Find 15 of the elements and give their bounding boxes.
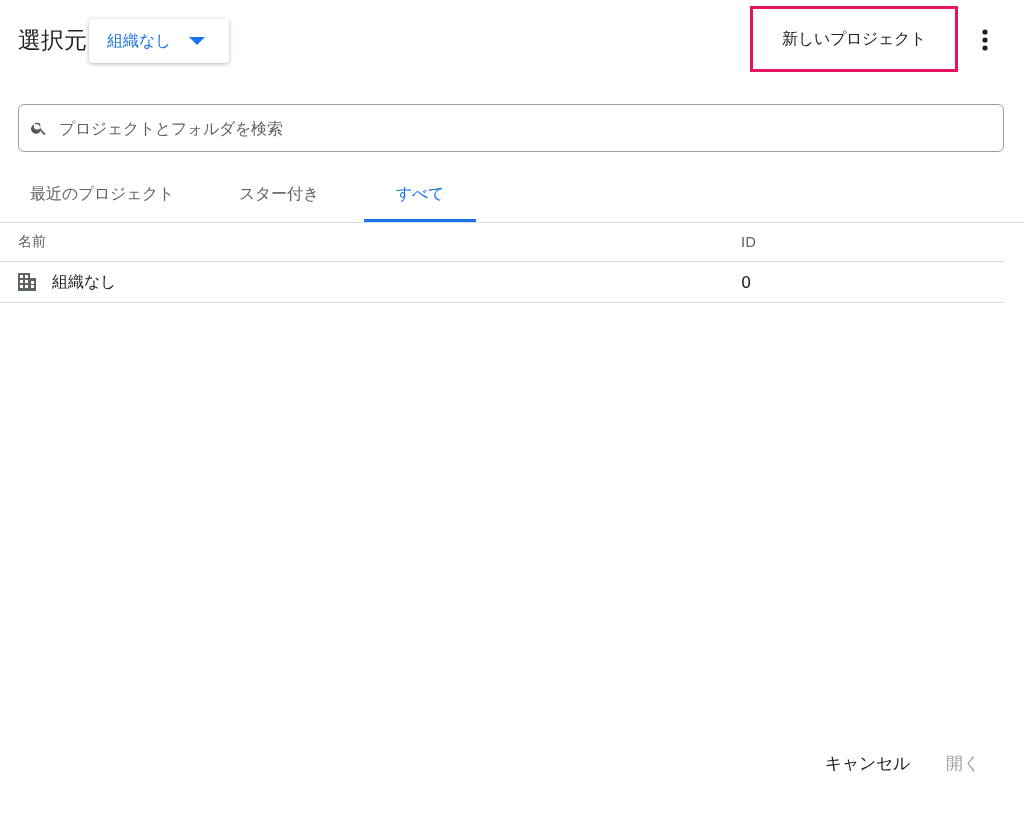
more-menu-icon[interactable] — [982, 29, 988, 51]
building-icon — [18, 273, 36, 291]
search-field[interactable]: プロジェクトとフォルダを検索 — [18, 104, 1004, 152]
column-header: ID — [741, 234, 756, 250]
tab[interactable]: スター付き — [219, 174, 339, 222]
caret-icon — [189, 37, 205, 45]
new-project-button[interactable]: 新しいプロジェクト — [750, 6, 958, 72]
column-header: 名前 — [18, 233, 47, 251]
cancel-button[interactable]: キャンセル — [811, 742, 924, 785]
tab[interactable]: すべて — [364, 174, 476, 222]
tab[interactable]: 最近のプロジェクト — [10, 174, 194, 222]
dialog-title: 選択元 — [18, 25, 87, 55]
org-dropdown[interactable]: 組織なし — [89, 19, 229, 63]
row-name-link[interactable]: 組織なし — [52, 271, 116, 293]
table-cell: 0 — [741, 272, 752, 292]
